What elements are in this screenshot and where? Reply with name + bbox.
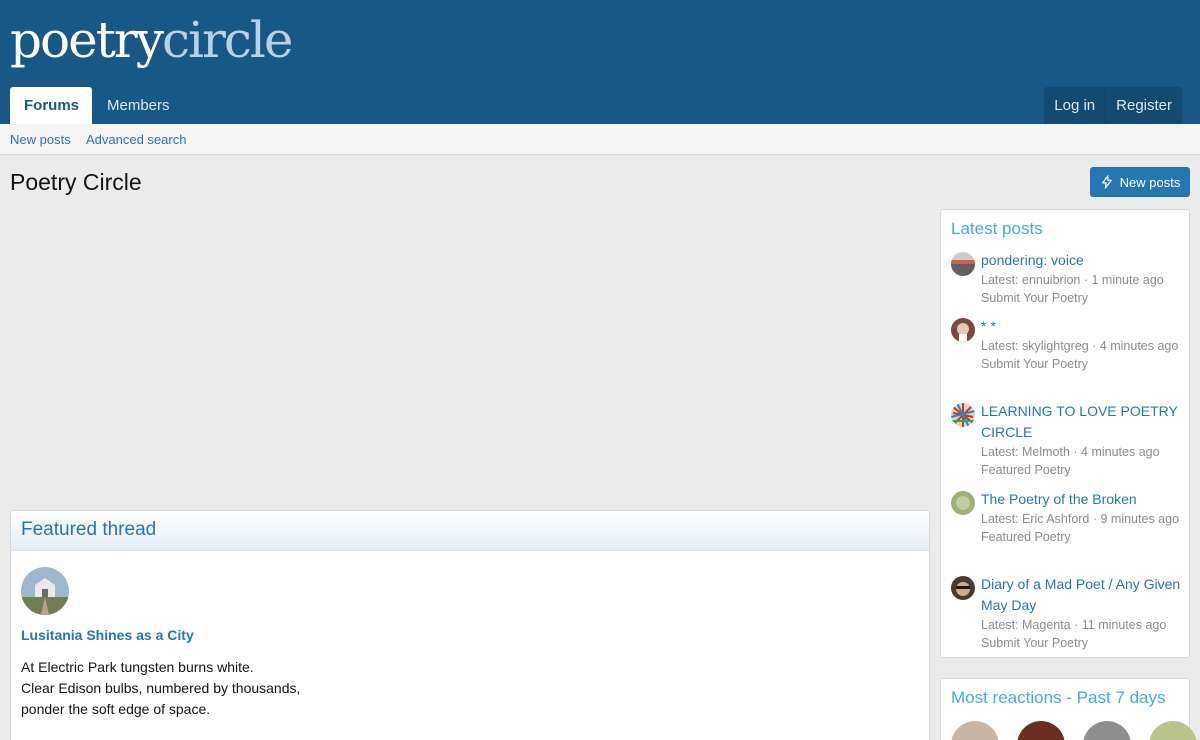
subnav-advanced-search[interactable]: Advanced search <box>86 132 186 147</box>
new-posts-button[interactable]: New posts <box>1090 167 1190 197</box>
tab-forums[interactable]: Forums <box>10 87 92 124</box>
featured-heading: Featured thread <box>11 511 929 551</box>
tab-members[interactable]: Members <box>93 87 184 124</box>
reaction-avatars <box>951 721 1197 740</box>
avatar[interactable] <box>1149 721 1197 740</box>
latest-post-item: pondering: voice Latest: ennuibrion · 1 … <box>951 250 1181 307</box>
account-links: Log in Register <box>1044 87 1182 124</box>
featured-line: At Electric Park tungsten burns white. <box>21 659 254 675</box>
featured-thread-body: At Electric Park tungsten burns white. C… <box>21 657 300 720</box>
logo-text-poetry: poetry <box>10 11 164 69</box>
subnav-new-posts[interactable]: New posts <box>10 132 71 147</box>
most-reactions-widget: Most reactions - Past 7 days <box>940 678 1197 740</box>
featured-thread-title[interactable]: Lusitania Shines as a City <box>21 627 194 643</box>
latest-post-title[interactable]: Diary of a Mad Poet / Any Given May Day <box>981 574 1181 616</box>
latest-posts-heading[interactable]: Latest posts <box>941 210 1189 246</box>
latest-post-title[interactable]: * * <box>981 316 1181 337</box>
latest-post-forum[interactable]: Submit Your Poetry <box>981 289 1181 307</box>
sub-navigation: New posts Advanced search <box>0 124 1200 155</box>
latest-post-title[interactable]: The Poetry of the Broken <box>981 489 1181 510</box>
latest-post-item: * * Latest: skylightgreg · 4 minutes ago… <box>951 316 1181 373</box>
avatar[interactable] <box>951 576 975 600</box>
featured-thread-avatar[interactable] <box>21 567 69 615</box>
latest-posts-widget: Latest posts pondering: voice Latest: en… <box>940 209 1190 658</box>
avatar[interactable] <box>951 491 975 515</box>
latest-post-title[interactable]: LEARNING TO LOVE POETRY CIRCLE <box>981 401 1181 443</box>
latest-post-meta: Latest: skylightgreg · 4 minutes ago <box>981 339 1179 353</box>
avatar[interactable] <box>951 403 975 427</box>
site-logo[interactable]: poetrycircle <box>10 10 293 70</box>
avatar[interactable] <box>951 318 975 342</box>
logo-text-circle: circle <box>161 11 293 69</box>
latest-post-item: The Poetry of the Broken Latest: Eric As… <box>951 489 1181 546</box>
most-reactions-heading[interactable]: Most reactions - Past 7 days <box>941 679 1189 715</box>
new-posts-button-label: New posts <box>1119 174 1181 190</box>
register-link[interactable]: Register <box>1105 87 1182 124</box>
avatar[interactable] <box>951 252 975 276</box>
latest-post-forum[interactable]: Submit Your Poetry <box>981 355 1181 373</box>
featured-thread-block: Featured thread Lusitania Shines as a Ci… <box>10 510 930 740</box>
latest-post-meta: Latest: ennuibrion · 1 minute ago <box>981 273 1164 287</box>
latest-post-title[interactable]: pondering: voice <box>981 250 1181 271</box>
avatar[interactable] <box>1017 721 1065 740</box>
featured-line: ponder the soft edge of space. <box>21 701 211 717</box>
avatar[interactable] <box>951 721 999 740</box>
featured-line: Clear Edison bulbs, numbered by thousand… <box>21 680 301 696</box>
page-title: Poetry Circle <box>10 169 142 195</box>
latest-post-meta: Latest: Melmoth · 4 minutes ago <box>981 445 1160 459</box>
latest-post-forum[interactable]: Featured Poetry <box>981 528 1181 546</box>
latest-post-forum[interactable]: Submit Your Poetry <box>981 634 1181 652</box>
latest-post-meta: Latest: Magenta · 11 minutes ago <box>981 618 1167 632</box>
latest-post-meta: Latest: Eric Ashford · 9 minutes ago <box>981 512 1180 526</box>
latest-post-item: LEARNING TO LOVE POETRY CIRCLE Latest: M… <box>951 401 1181 479</box>
latest-post-item: Diary of a Mad Poet / Any Given May Day … <box>951 574 1181 652</box>
avatar[interactable] <box>1083 721 1131 740</box>
lightning-icon <box>1101 175 1112 189</box>
site-header: poetrycircle Forums Members Log in Regis… <box>0 0 1200 124</box>
login-link[interactable]: Log in <box>1044 87 1105 124</box>
latest-post-forum[interactable]: Featured Poetry <box>981 461 1181 479</box>
